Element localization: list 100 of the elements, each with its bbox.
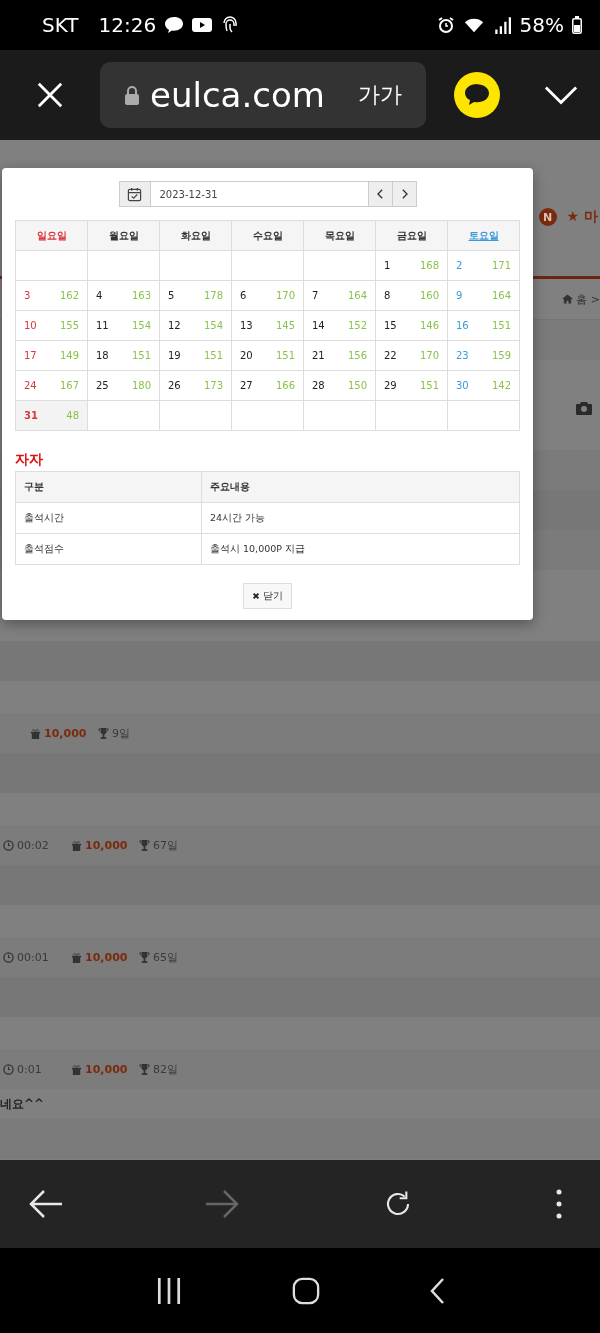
post-time: 00:01 (17, 950, 49, 964)
attendance-count: 152 (347, 320, 367, 331)
calendar-day[interactable]: 4 163 (87, 280, 160, 311)
day-number: 7 (312, 290, 319, 301)
close-icon (252, 592, 260, 600)
gift-icon (71, 1063, 82, 1075)
attendance-count: 150 (347, 380, 367, 391)
date-field[interactable]: 2023-12-31 (150, 181, 369, 207)
back-arrow-icon[interactable] (28, 1189, 64, 1219)
gift-icon (71, 951, 82, 963)
close-button[interactable]: 닫기 (243, 583, 292, 609)
day-number: 25 (96, 380, 109, 391)
day-number: 21 (312, 350, 325, 361)
calendar-day[interactable]: 24 167 (15, 370, 88, 401)
address-bar[interactable]: eulca.com 가가 (100, 62, 426, 128)
back-icon[interactable] (429, 1276, 446, 1305)
column-header: 주요내용 (201, 471, 520, 503)
post-days: 9일 (112, 725, 130, 741)
chevron-down-icon[interactable] (544, 85, 578, 105)
post-points: 10,000 (44, 726, 87, 740)
clock-icon (3, 1063, 14, 1075)
calendar-day[interactable]: 29 151 (375, 370, 448, 401)
calendar-day[interactable]: 14 152 (303, 310, 376, 341)
day-number: 11 (96, 320, 109, 331)
home-icon[interactable] (562, 294, 574, 304)
comment-text: 네요^^ (0, 1095, 45, 1113)
weekday-header: 수요일 (231, 220, 304, 251)
battery-percent: 58% (519, 13, 564, 37)
attendance-count: 156 (347, 350, 367, 361)
day-number: 2 (456, 260, 463, 271)
chat-bubble-icon (164, 16, 185, 34)
attendance-count: 154 (203, 320, 223, 331)
calendar-day[interactable]: 25 180 (87, 370, 160, 401)
lock-icon (124, 85, 140, 105)
attendance-count: 151 (203, 350, 223, 361)
day-number: 5 (168, 290, 175, 301)
clock-time: 12:26 (98, 13, 157, 37)
calendar-day[interactable]: 22 170 (375, 340, 448, 371)
calendar-day[interactable]: 8 160 (375, 280, 448, 311)
post-days: 82일 (153, 1061, 178, 1077)
day-number: 26 (168, 380, 181, 391)
attendance-count: 151 (491, 320, 511, 331)
calendar-day[interactable]: 31 48 (15, 400, 88, 431)
attendance-count: 160 (419, 290, 439, 301)
camera-icon (576, 402, 592, 415)
attendance-count: 151 (275, 350, 295, 361)
trophy-icon (139, 839, 150, 851)
post-days: 65일 (153, 949, 178, 965)
calendar-day[interactable]: 6 170 (231, 280, 304, 311)
new-badge: N (538, 208, 557, 226)
more-icon[interactable] (556, 1189, 562, 1219)
calendar-day[interactable]: 26 173 (159, 370, 232, 401)
attendance-count: 48 (66, 410, 79, 421)
home-button-icon[interactable] (292, 1276, 320, 1305)
calendar-day[interactable]: 18 151 (87, 340, 160, 371)
attendance-count: 159 (491, 350, 511, 361)
day-number: 8 (384, 290, 391, 301)
calendar-day[interactable]: 12 154 (159, 310, 232, 341)
post-time: 0:01 (17, 1062, 42, 1076)
day-number: 3 (24, 290, 31, 301)
day-number: 24 (24, 380, 37, 391)
attendance-count: 173 (203, 380, 223, 391)
calendar-day[interactable]: 13 145 (231, 310, 304, 341)
day-number: 10 (24, 320, 37, 331)
calendar-day[interactable]: 5 178 (159, 280, 232, 311)
calendar-icon (127, 186, 142, 202)
attendance-count: 163 (131, 290, 151, 301)
calendar-day[interactable]: 17 149 (15, 340, 88, 371)
calendar-day[interactable]: 28 150 (303, 370, 376, 401)
calendar-day[interactable]: 21 156 (303, 340, 376, 371)
attendance-count: 170 (275, 290, 295, 301)
calendar-day[interactable]: 11 154 (87, 310, 160, 341)
day-number: 18 (96, 350, 109, 361)
calendar-day[interactable]: 27 166 (231, 370, 304, 401)
attendance-count: 171 (491, 260, 511, 271)
calendar-day[interactable]: 7 164 (303, 280, 376, 311)
calendar-day[interactable]: 20 151 (231, 340, 304, 371)
text-size-button[interactable]: 가가 (358, 80, 402, 110)
close-icon[interactable] (36, 81, 64, 109)
clock-icon (3, 839, 14, 851)
calendar-day[interactable]: 10 155 (15, 310, 88, 341)
post-points: 10,000 (85, 950, 128, 964)
attendance-count: 164 (347, 290, 367, 301)
calendar-button[interactable] (118, 181, 151, 207)
previous-month-button[interactable] (368, 181, 393, 207)
weekday-header: 금요일 (375, 220, 448, 251)
calendar-day[interactable]: 1 168 (375, 250, 448, 281)
calendar-day[interactable]: 3 162 (15, 280, 88, 311)
chevron-left-icon (376, 189, 384, 199)
attendance-count: 151 (419, 380, 439, 391)
calendar-day[interactable]: 19 151 (159, 340, 232, 371)
carrier: SKT (42, 13, 79, 37)
attendance-count: 149 (59, 350, 79, 361)
play-icon (192, 16, 213, 34)
attendance-count: 154 (131, 320, 151, 331)
day-number: 31 (24, 410, 38, 421)
weekday-header: 목요일 (303, 220, 376, 251)
calendar-day[interactable]: 15 146 (375, 310, 448, 341)
weekday-header: 월요일 (87, 220, 160, 251)
chat-bubble-icon[interactable] (454, 72, 500, 118)
